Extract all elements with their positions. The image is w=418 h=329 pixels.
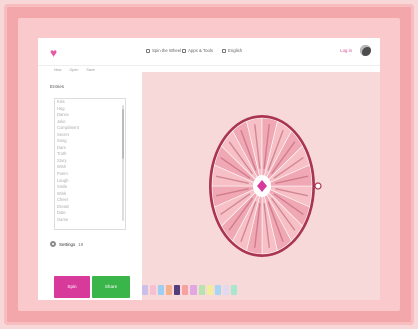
gear-icon [50, 241, 56, 247]
color-swatch[interactable] [198, 285, 205, 295]
color-swatch[interactable] [166, 285, 173, 295]
color-swatch[interactable] [182, 285, 189, 295]
subnav: New Open Save [54, 68, 95, 72]
color-swatch[interactable] [222, 285, 229, 295]
globe-icon [222, 48, 226, 53]
nav-label: English [228, 48, 243, 53]
color-swatch[interactable] [150, 285, 157, 295]
nav-label: Spin the Wheel [152, 48, 182, 53]
nav-item-language[interactable]: English [222, 48, 242, 53]
color-swatch[interactable] [158, 285, 165, 295]
app-screen: ♥ Spin the Wheel Apps & Tools English Lo… [38, 38, 380, 300]
list-item[interactable]: Game [55, 217, 125, 224]
color-swatch[interactable] [230, 285, 237, 295]
entries-list[interactable]: Kiss Hug Dance Joke Compliment Secret Song Dare… [54, 98, 126, 230]
nav-item-spin[interactable]: Spin the Wheel [146, 48, 181, 53]
entries-panel: Entries Kiss Hug Dance Joke Compliment Secret… [38, 80, 138, 300]
wheel-pointer [314, 182, 322, 190]
nav-item-apps[interactable]: Apps & Tools [182, 48, 213, 53]
nav-label: Apps & Tools [188, 48, 214, 53]
settings-row[interactable]: Settings 19 [50, 236, 128, 252]
subnav-item-save[interactable]: Save [86, 68, 94, 72]
avatar[interactable] [360, 45, 371, 56]
grid-icon [182, 48, 186, 53]
share-button[interactable]: Share [92, 276, 130, 298]
tag-icon [146, 48, 150, 53]
spin-wheel[interactable] [208, 114, 322, 258]
heart-icon[interactable]: ♥ [50, 47, 62, 59]
color-swatch[interactable] [142, 285, 149, 295]
color-swatch[interactable] [190, 285, 197, 295]
color-palette [142, 285, 237, 295]
entries-count: 19 [78, 241, 84, 247]
color-swatch[interactable] [174, 285, 181, 295]
spin-button[interactable]: Spin [54, 276, 90, 298]
color-swatch[interactable] [214, 285, 221, 295]
settings-label: Settings [59, 241, 76, 247]
subnav-item-new[interactable]: New [54, 68, 61, 72]
subnav-item-open[interactable]: Open [69, 68, 78, 72]
color-swatch[interactable] [206, 285, 213, 295]
login-link[interactable]: Log in [340, 48, 352, 53]
entries-scroll-thumb[interactable] [122, 109, 124, 159]
entries-title: Entries [50, 84, 65, 89]
top-navigation-bar: ♥ Spin the Wheel Apps & Tools English Lo… [38, 38, 380, 66]
